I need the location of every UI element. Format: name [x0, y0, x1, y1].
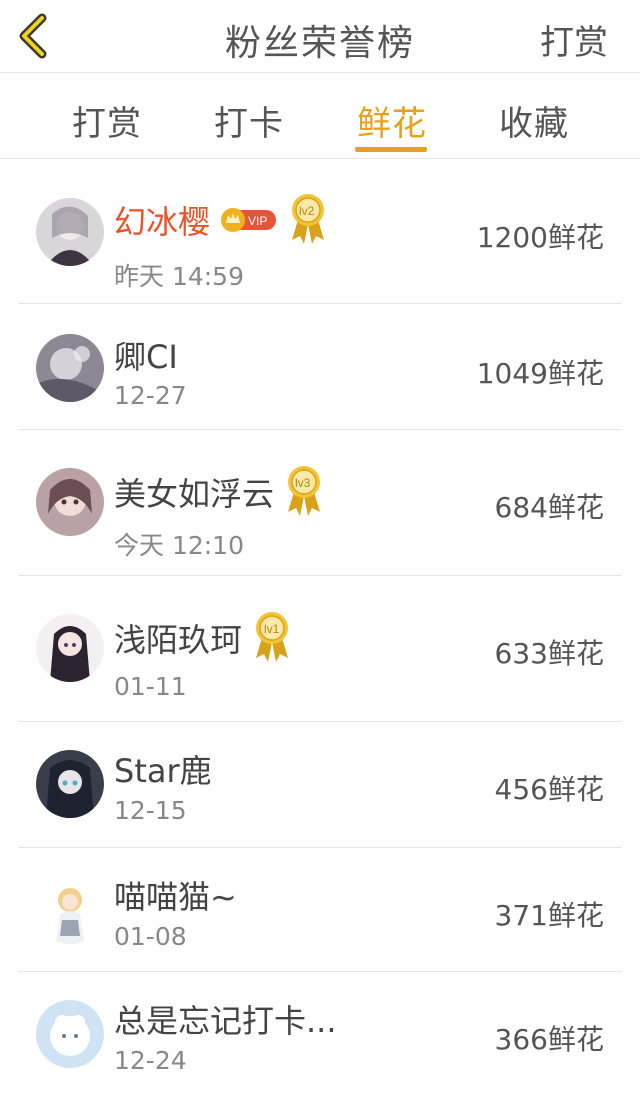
user-name-line: 幻冰樱 VIP lv2: [114, 192, 328, 248]
user-name[interactable]: Star鹿: [114, 746, 212, 792]
flower-count: 1200鲜花: [476, 221, 604, 254]
timestamp: 昨天 14:59: [114, 262, 244, 291]
avatar[interactable]: [36, 876, 104, 944]
flower-count: 684鲜花: [494, 491, 604, 524]
user-name[interactable]: 幻冰樱: [114, 197, 210, 243]
avatar[interactable]: [36, 614, 104, 682]
medal-lv2-icon: lv2: [288, 192, 328, 248]
tab-favorites[interactable]: 收藏: [499, 96, 569, 145]
flower-count: 366鲜花: [494, 1023, 604, 1056]
timestamp: 01-08: [114, 922, 187, 951]
avatar[interactable]: [36, 1000, 104, 1068]
flower-count: 633鲜花: [494, 637, 604, 670]
flower-count: 1049鲜花: [476, 357, 604, 390]
medal-lv1-icon: lv1: [252, 610, 292, 666]
tab-bar: 打赏 打卡 鲜花 收藏: [0, 74, 640, 159]
user-name-line: Star鹿: [114, 746, 212, 792]
flower-count: 456鲜花: [494, 773, 604, 806]
medal-level-text: lv2: [299, 204, 315, 218]
user-name[interactable]: 卿CI: [114, 332, 178, 378]
user-name[interactable]: 喵喵猫~: [114, 872, 237, 918]
list-item[interactable]: Star鹿 12-15 456鲜花: [18, 722, 622, 848]
timestamp: 今天 12:10: [114, 531, 244, 560]
user-name-line: 卿CI: [114, 332, 178, 378]
list-item[interactable]: 幻冰樱 VIP lv2 昨天 14:59 1200鲜花: [18, 160, 622, 304]
reward-button[interactable]: 打赏: [540, 15, 608, 64]
tab-flowers[interactable]: 鲜花: [357, 96, 427, 145]
user-name-line: 美女如浮云 lv3: [114, 464, 324, 520]
active-tab-indicator: [355, 147, 427, 152]
list-item[interactable]: 喵喵猫~ 01-08 371鲜花: [18, 848, 622, 972]
medal-lv3-icon: lv3: [284, 464, 324, 520]
avatar[interactable]: [36, 198, 104, 266]
timestamp: 01-11: [114, 672, 187, 701]
avatar[interactable]: [36, 750, 104, 818]
list-item[interactable]: 总是忘记打卡... 12-24 366鲜花: [18, 972, 622, 1105]
user-name[interactable]: 浅陌玖珂: [114, 615, 242, 661]
list-item[interactable]: 卿CI 12-27 1049鲜花: [18, 304, 622, 430]
user-name-line: 浅陌玖珂 lv1: [114, 610, 292, 666]
list-item[interactable]: 美女如浮云 lv3 今天 12:10 684鲜花: [18, 430, 622, 576]
list-item[interactable]: 浅陌玖珂 lv1 01-11 633鲜花: [18, 576, 622, 722]
navigation-bar: 粉丝荣誉榜 打赏: [0, 0, 640, 73]
user-name-line: 总是忘记打卡...: [114, 996, 337, 1042]
flower-count: 371鲜花: [494, 899, 604, 932]
vip-badge-text: VIP: [248, 214, 267, 228]
user-name-line: 喵喵猫~: [114, 872, 237, 918]
tab-reward[interactable]: 打赏: [72, 96, 142, 145]
user-name[interactable]: 美女如浮云: [114, 469, 274, 515]
timestamp: 12-24: [114, 1046, 187, 1075]
user-name[interactable]: 总是忘记打卡...: [114, 996, 337, 1042]
vip-badge: VIP: [220, 207, 278, 233]
tab-checkin[interactable]: 打卡: [214, 96, 284, 145]
timestamp: 12-15: [114, 796, 187, 825]
medal-level-text: lv1: [264, 622, 280, 636]
avatar[interactable]: [36, 334, 104, 402]
avatar[interactable]: [36, 468, 104, 536]
timestamp: 12-27: [114, 381, 187, 410]
medal-level-text: lv3: [295, 476, 311, 490]
